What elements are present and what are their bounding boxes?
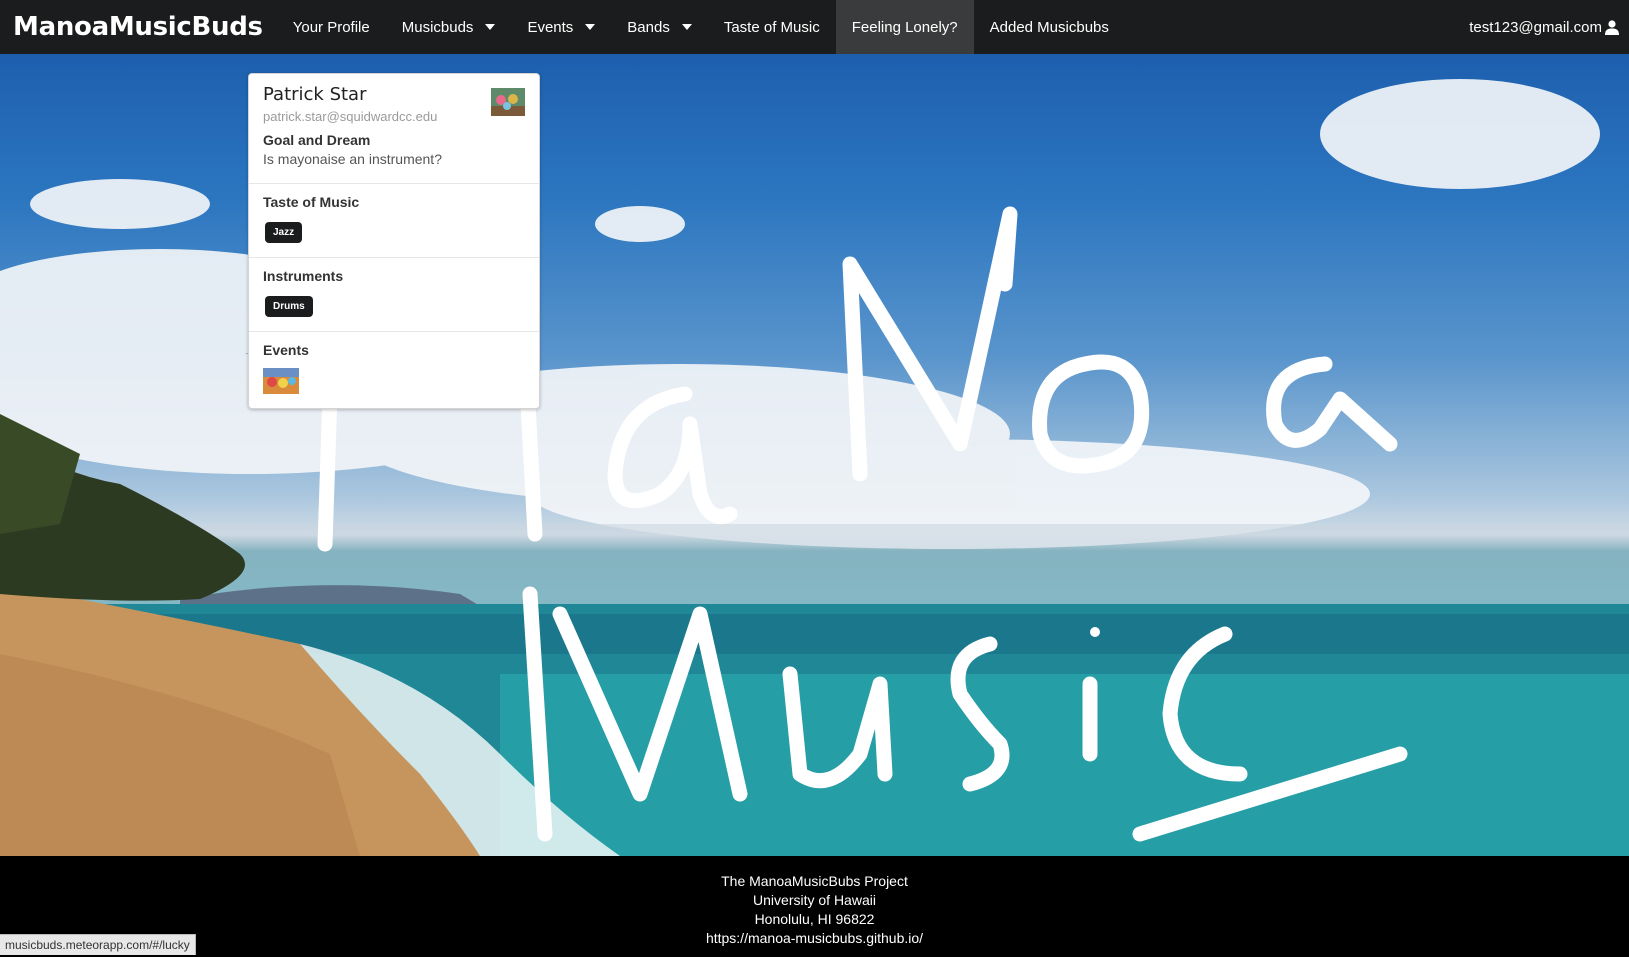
- brand-logo[interactable]: ManoaMusicBuds: [0, 12, 277, 42]
- footer-link[interactable]: https://manoa-musicbubs.github.io/: [0, 929, 1629, 948]
- event-image[interactable]: [263, 368, 299, 394]
- footer: The ManoaMusicBubs Project University of…: [0, 856, 1629, 957]
- events-section: Events: [249, 332, 539, 406]
- top-navbar: ManoaMusicBuds Your Profile Musicbuds Ev…: [0, 0, 1629, 54]
- beach-scene-image: [0, 79, 1629, 856]
- browser-status-url: musicbuds.meteorapp.com/#/lucky: [0, 934, 196, 955]
- events-label: Events: [263, 342, 309, 358]
- nav-added-musicbubs[interactable]: Added Musicbubs: [974, 0, 1125, 54]
- instruments-section: Instruments Drums: [249, 258, 539, 332]
- footer-address: Honolulu, HI 96822: [754, 911, 875, 927]
- chevron-down-icon: [585, 24, 596, 30]
- goal-label: Goal and Dream: [263, 132, 371, 148]
- taste-section: Taste of Music Jazz: [249, 184, 539, 258]
- nav-feeling-lonely[interactable]: Feeling Lonely?: [835, 0, 974, 54]
- instruments-label: Instruments: [263, 268, 344, 284]
- profile-avatar: [491, 88, 525, 116]
- taste-tag[interactable]: Jazz: [265, 222, 303, 243]
- nav-your-profile[interactable]: Your Profile: [277, 0, 386, 54]
- hero-background: [0, 54, 1629, 856]
- nav-musicbuds-dropdown[interactable]: Musicbuds: [386, 0, 512, 54]
- nav-bands-dropdown[interactable]: Bands: [611, 0, 708, 54]
- chevron-down-icon: [485, 24, 496, 30]
- card-header: Patrick Star patrick.star@squidwardcc.ed…: [249, 74, 539, 184]
- taste-label: Taste of Music: [263, 194, 360, 210]
- footer-project: The ManoaMusicBubs Project: [721, 873, 908, 889]
- profile-email: patrick.star@squidwardcc.edu: [263, 109, 438, 124]
- user-menu[interactable]: test123@gmail.com: [1469, 0, 1629, 54]
- nav-taste-of-music[interactable]: Taste of Music: [708, 0, 836, 54]
- user-email: test123@gmail.com: [1469, 18, 1602, 36]
- profile-name: Patrick Star: [263, 84, 367, 105]
- nav-events-dropdown[interactable]: Events: [511, 0, 611, 54]
- chevron-down-icon: [681, 24, 692, 30]
- instrument-tag[interactable]: Drums: [265, 296, 313, 317]
- user-icon: [1605, 19, 1619, 35]
- footer-university: University of Hawaii: [753, 892, 876, 908]
- goal-text: Is mayonaise an instrument?: [263, 151, 442, 167]
- profile-card: Patrick Star patrick.star@squidwardcc.ed…: [248, 73, 540, 409]
